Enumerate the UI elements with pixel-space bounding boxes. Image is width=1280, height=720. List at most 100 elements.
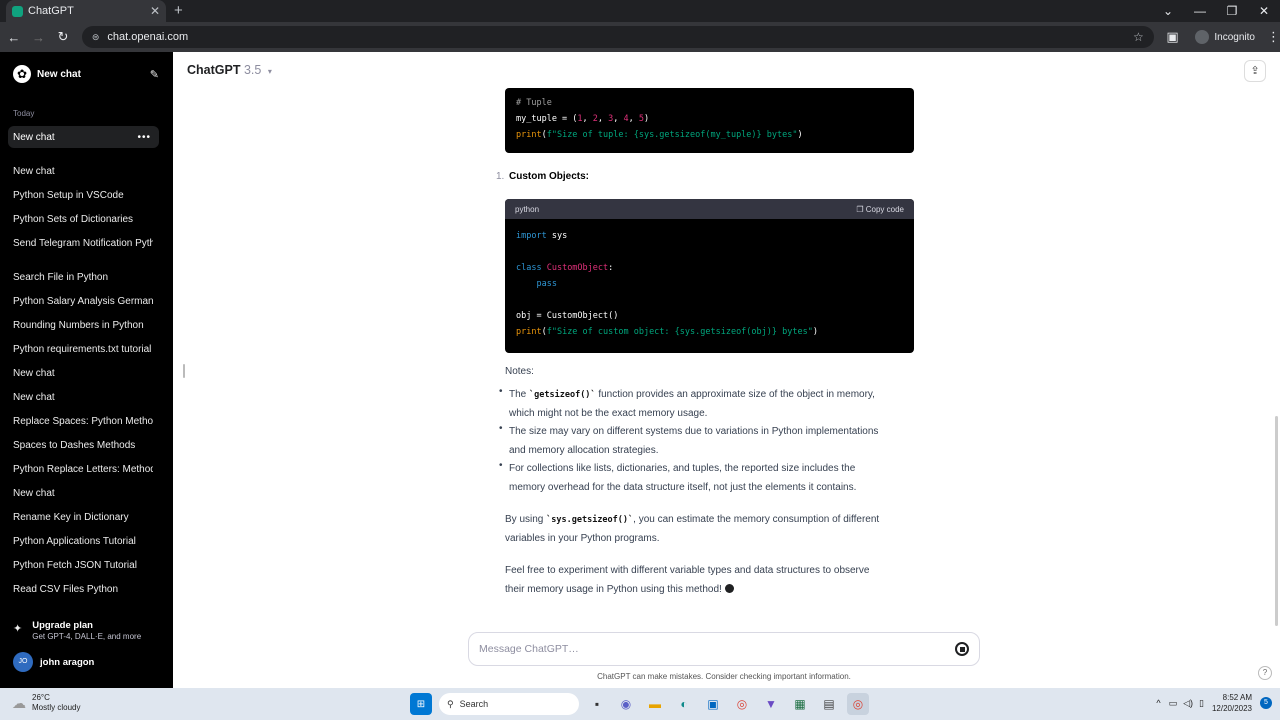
taskbar-apps: ⊞ ⚲ Search ▪ ◉ ▬ ◐ ▣ ◎ ▼ ▦ ▤ ◎	[410, 693, 876, 715]
browser-menu-icon[interactable]: ⋮	[1267, 29, 1280, 45]
sidebar-item[interactable]: Python Fetch JSON Tutorial	[13, 560, 153, 571]
reload-icon[interactable]: ↻	[52, 29, 74, 45]
sidebar-item[interactable]: Replace Spaces: Python Methods	[13, 416, 153, 427]
side-panel-icon[interactable]: ▣	[1162, 29, 1184, 45]
sidebar-item[interactable]: Python Salary Analysis Germany	[13, 296, 153, 307]
notes-label: Notes:	[505, 366, 534, 377]
sidebar-item-label: New chat	[13, 131, 55, 143]
sidebar-item[interactable]: Rounding Numbers in Python	[13, 320, 153, 331]
disclaimer: ChatGPT can make mistakes. Consider chec…	[597, 672, 851, 681]
avatar: JO	[13, 652, 33, 672]
url-field[interactable]: ⊜ chat.openai.com ☆	[81, 26, 1154, 48]
notification-badge[interactable]: 5	[1260, 697, 1272, 709]
share-icon[interactable]: ⇪	[1244, 60, 1266, 82]
model-name: ChatGPT	[187, 63, 241, 77]
user-name: john aragon	[40, 656, 95, 668]
close-window-icon[interactable]: ✕	[1248, 0, 1280, 22]
sidebar-item[interactable]: Rename Key in Dictionary	[13, 512, 153, 523]
help-icon[interactable]: ?	[1258, 666, 1272, 680]
incognito-badge[interactable]: Incognito	[1195, 30, 1255, 44]
sidebar-resize-handle[interactable]	[183, 364, 185, 378]
more-options-icon[interactable]: •••	[137, 132, 151, 143]
note-bullet-2: The size may vary on different systems d…	[509, 426, 879, 456]
sidebar-item[interactable]: New chat	[13, 166, 153, 177]
temperature: 26°C	[32, 693, 50, 702]
chevron-up-icon[interactable]: ^	[1156, 698, 1160, 708]
sidebar-item[interactable]: Python Setup in VSCode	[13, 190, 153, 201]
upgrade-title: Upgrade plan	[32, 620, 93, 631]
volume-icon[interactable]: ◁)	[1183, 698, 1193, 709]
sidebar-item[interactable]: Search File in Python	[13, 272, 153, 283]
openai-logo-icon: ✿	[13, 65, 31, 83]
code-language: python	[515, 204, 540, 214]
address-bar-row: ← → ↻ ⊜ chat.openai.com ☆ ▣ Incognito ⋮	[0, 22, 1280, 52]
file-explorer-icon[interactable]: ▬	[644, 693, 666, 715]
chrome-active-icon[interactable]: ◎	[847, 693, 869, 715]
sidebar-item[interactable]: New chat	[13, 368, 153, 379]
incognito-icon	[1195, 30, 1210, 44]
minimize-icon[interactable]: —	[1184, 0, 1216, 22]
tab-search-icon[interactable]: ⌄	[1152, 0, 1184, 22]
sidebar: ✿ New chat ✎ Today New chat ••• New chat…	[0, 52, 173, 688]
browser-tabstrip: ChatGPT ✕ + ⌄ — ❐ ✕	[0, 0, 1280, 22]
note-bullet-3: For collections like lists, dictionaries…	[509, 463, 857, 493]
time: 8:52 AM	[1222, 693, 1252, 702]
edge-icon[interactable]: ◐	[673, 693, 695, 715]
sidebar-item[interactable]: Read CSV Files Python	[13, 584, 153, 595]
forward-icon[interactable]: →	[28, 30, 50, 45]
taskbar-search[interactable]: ⚲ Search	[439, 693, 579, 715]
list-number: 1.	[496, 171, 505, 182]
code-content: # Tuple my_tuple = (1, 2, 3, 4, 5) print…	[516, 98, 803, 140]
browser-tab[interactable]: ChatGPT ✕	[6, 0, 166, 22]
sidebar-item[interactable]: Python requirements.txt tutorial	[13, 344, 153, 355]
custom-objects-heading: Custom Objects:	[509, 171, 590, 182]
cloud-icon: ☁	[12, 694, 26, 711]
system-tray: ^ ▭ ◁) ▯ 8:52 AM 12/20/2023 5	[1156, 692, 1272, 714]
weather-widget[interactable]: ☁ 26°C Mostly cloudy	[12, 693, 80, 713]
closing-paragraph: Feel free to experiment with different v…	[505, 565, 870, 595]
message-input[interactable]: Message ChatGPT…	[468, 632, 980, 666]
sidebar-item[interactable]: New chat	[13, 392, 153, 403]
sidebar-item-active[interactable]: New chat •••	[8, 126, 159, 148]
clock[interactable]: 8:52 AM 12/20/2023	[1212, 692, 1252, 714]
sidebar-item[interactable]: New chat	[13, 488, 153, 499]
compose-icon[interactable]: ✎	[150, 68, 159, 81]
new-chat-button[interactable]: ✿ New chat ✎	[13, 63, 159, 85]
summary-paragraph: By using `sys.getsizeof()`, you can esti…	[505, 514, 880, 544]
bullet-dot: •	[499, 423, 503, 434]
bullet-dot: •	[499, 460, 503, 471]
site-info-icon[interactable]: ⊜	[92, 32, 100, 43]
upgrade-plan-button[interactable]: ✦ Upgrade plan Get GPT-4, DALL·E, and mo…	[13, 620, 141, 641]
copy-code-button[interactable]: ❐ Copy code	[856, 205, 904, 214]
store-icon[interactable]: ▣	[702, 693, 724, 715]
user-menu[interactable]: JO john aragon	[13, 652, 94, 672]
back-icon[interactable]: ←	[3, 30, 25, 45]
network-icon[interactable]: ▭	[1169, 698, 1178, 709]
stop-generating-icon[interactable]	[955, 642, 969, 656]
app-icon[interactable]: ▼	[760, 693, 782, 715]
sidebar-item[interactable]: Spaces to Dashes Methods	[13, 440, 153, 451]
search-icon: ⚲	[447, 698, 454, 709]
excel-icon[interactable]: ▦	[789, 693, 811, 715]
close-tab-icon[interactable]: ✕	[150, 4, 160, 18]
model-selector[interactable]: ChatGPT 3.5 ▾	[187, 63, 272, 77]
battery-icon[interactable]: ▯	[1199, 698, 1204, 709]
window-controls: ⌄ — ❐ ✕	[1152, 0, 1280, 22]
sidebar-item[interactable]: Python Sets of Dictionaries	[13, 214, 153, 225]
model-version: 3.5	[243, 63, 262, 77]
sidebar-item[interactable]: Python Applications Tutorial	[13, 536, 153, 547]
url-text: chat.openai.com	[107, 31, 189, 43]
sidebar-item[interactable]: Python Replace Letters: Methods	[13, 464, 153, 475]
sidebar-item[interactable]: Send Telegram Notification Python	[13, 238, 153, 249]
tab-title: ChatGPT	[28, 5, 74, 17]
chrome-icon[interactable]: ◎	[731, 693, 753, 715]
bookmark-star-icon[interactable]: ☆	[1133, 30, 1144, 44]
restore-icon[interactable]: ❐	[1216, 0, 1248, 22]
remote-desktop-icon[interactable]: ▤	[818, 693, 840, 715]
task-view-icon[interactable]: ▪	[586, 693, 608, 715]
windows-start-icon[interactable]: ⊞	[410, 693, 432, 715]
chat-app-icon[interactable]: ◉	[615, 693, 637, 715]
scrollbar[interactable]	[1275, 416, 1278, 626]
new-tab-icon[interactable]: +	[174, 2, 183, 19]
taskbar: ☁ 26°C Mostly cloudy ⊞ ⚲ Search ▪ ◉ ▬ ◐ …	[0, 688, 1280, 720]
